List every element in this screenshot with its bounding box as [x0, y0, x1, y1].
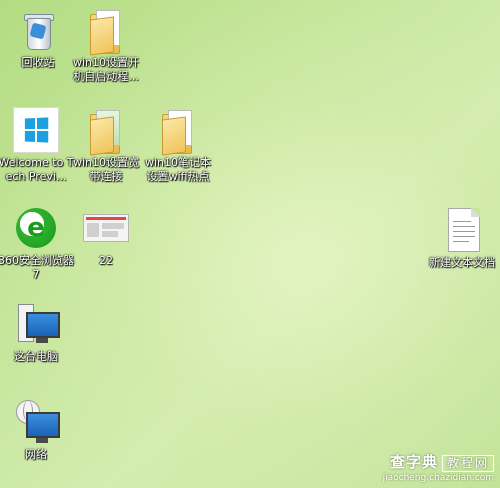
desktop[interactable]: 回收站 win10设置开机自启动程... Welcome to Tech Pre… — [0, 0, 500, 488]
watermark-site-name: 查字典 — [389, 453, 438, 471]
recycle-bin-icon — [14, 6, 62, 54]
360-browser-icon: e — [12, 204, 60, 252]
network-icon — [12, 398, 60, 446]
desktop-icon-folder-win10-broadband[interactable]: win10设置宽带连接 — [68, 106, 144, 184]
image-thumbnail-icon — [82, 204, 130, 252]
folder-icon — [82, 6, 130, 56]
desktop-icon-label: 网络 — [25, 448, 47, 461]
desktop-icon-label: 新建文本文档 — [429, 256, 495, 269]
desktop-icon-new-text-document[interactable]: 新建文本文档 — [424, 206, 500, 270]
folder-icon — [154, 106, 202, 156]
desktop-icon-recycle-bin[interactable]: 回收站 — [0, 6, 76, 70]
desktop-icon-label: win10笔记本设置wifi热点 — [144, 156, 212, 183]
desktop-icon-folder-win10-laptop-wifi[interactable]: win10笔记本设置wifi热点 — [140, 106, 216, 184]
desktop-icon-welcome-tech-preview[interactable]: Welcome to Tech Previ... — [0, 106, 74, 184]
desktop-icon-label: 22 — [99, 254, 113, 267]
desktop-icon-label: 这台电脑 — [14, 350, 58, 363]
folder-icon — [82, 106, 130, 156]
computer-icon — [12, 300, 60, 348]
desktop-icon-this-pc[interactable]: 这台电脑 — [0, 300, 74, 364]
desktop-icon-label: win10设置开机自启动程... — [72, 56, 140, 83]
desktop-icon-label: 回收站 — [21, 56, 55, 69]
site-watermark: 查字典 教程网 jiaocheng.chazidian.com — [383, 453, 494, 484]
text-document-icon — [438, 206, 486, 254]
desktop-icon-network[interactable]: 网络 — [0, 398, 74, 462]
desktop-icon-label: Welcome to Tech Previ... — [0, 156, 74, 183]
watermark-boxed-text: 教程网 — [441, 455, 494, 472]
desktop-icon-folder-win10-startup[interactable]: win10设置开机自启动程... — [68, 6, 144, 84]
desktop-icon-360-browser[interactable]: e 360安全浏览器7 — [0, 204, 74, 282]
desktop-icon-image-22[interactable]: 22 — [68, 204, 144, 268]
windows-logo-icon — [12, 106, 60, 154]
desktop-icon-label: win10设置宽带连接 — [72, 156, 140, 183]
watermark-url: jiaocheng.chazidian.com — [382, 473, 494, 483]
desktop-icon-label: 360安全浏览器7 — [0, 254, 74, 281]
